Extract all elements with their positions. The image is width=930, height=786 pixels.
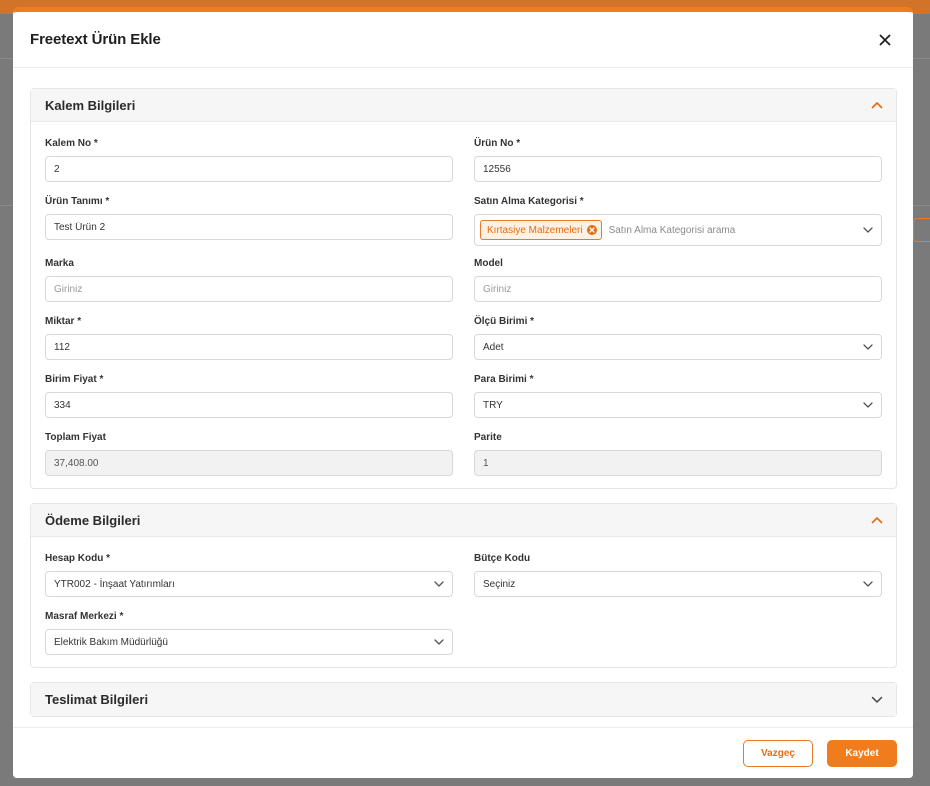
item-no-input[interactable] — [45, 156, 453, 182]
unit-select[interactable]: Adet — [474, 334, 882, 360]
collapse-toggle[interactable] — [870, 513, 884, 527]
chevron-down-icon — [434, 581, 444, 587]
chevron-up-icon — [871, 517, 883, 524]
section-title: Teslimat Bilgileri — [45, 692, 149, 707]
field-unit-price: Birim Fiyat * — [45, 374, 453, 418]
exchange-rate-readonly: 1 — [474, 450, 882, 476]
field-label: Marka — [45, 258, 74, 269]
section-item-info: Kalem Bilgileri Kalem No * Ürün No * — [30, 88, 897, 489]
unit-price-input[interactable] — [45, 392, 453, 418]
section-item-info-header[interactable]: Kalem Bilgileri — [31, 89, 896, 122]
field-cost-center: Masraf Merkezi * Elektrik Bakım Müdürlüğ… — [45, 611, 453, 655]
section-title: Kalem Bilgileri — [45, 97, 136, 113]
field-label: Ürün Tanımı * — [45, 196, 110, 207]
field-label: Masraf Merkezi * — [45, 611, 124, 622]
field-quantity: Miktar * — [45, 316, 453, 360]
field-unit: Ölçü Birimi * Adet — [474, 316, 882, 360]
section-payment-info-header[interactable]: Ödeme Bilgileri — [31, 504, 896, 537]
chevron-down-icon — [863, 402, 873, 408]
section-payment-info-content: Hesap Kodu * YTR002 - İnşaat Yatırımları… — [31, 537, 896, 667]
category-tag-label: Kırtasiye Malzemeleri — [487, 224, 583, 236]
section-payment-info: Ödeme Bilgileri Hesap Kodu * YTR002 - İn… — [30, 503, 897, 668]
cost-center-select[interactable]: Elektrik Bakım Müdürlüğü — [45, 629, 453, 655]
field-label: Miktar * — [45, 316, 82, 327]
quantity-input[interactable] — [45, 334, 453, 360]
modal-title: Freetext Ürün Ekle — [30, 31, 161, 48]
field-total-price: Toplam Fiyat 37,408.00 — [45, 432, 453, 476]
total-price-readonly: 37,408.00 — [45, 450, 453, 476]
currency-select[interactable]: TRY — [474, 392, 882, 418]
field-label: Para Birimi * — [474, 374, 534, 385]
field-purchase-category: Satın Alma Kategorisi * Kırtasiye Malzem… — [474, 196, 882, 246]
product-description-input[interactable] — [45, 214, 453, 240]
add-freetext-product-modal: Freetext Ürün Ekle Kalem Bilgileri Kalem… — [13, 7, 913, 778]
account-code-select-value: YTR002 - İnşaat Yatırımları — [54, 578, 175, 590]
section-title: Ödeme Bilgileri — [45, 512, 141, 528]
modal-footer: Vazgeç Kaydet — [13, 727, 913, 778]
close-button[interactable] — [875, 30, 895, 50]
field-budget-code: Bütçe Kodu Seçiniz — [474, 553, 882, 597]
category-tag: Kırtasiye Malzemeleri — [480, 220, 602, 240]
close-icon — [879, 34, 891, 45]
modal-body: Kalem Bilgileri Kalem No * Ürün No * — [13, 68, 913, 732]
cancel-button[interactable]: Vazgeç — [743, 739, 813, 767]
save-button[interactable]: Kaydet — [827, 739, 897, 767]
collapse-toggle[interactable] — [870, 98, 884, 112]
field-label: Parite — [474, 432, 502, 443]
unit-select-value: Adet — [483, 341, 504, 353]
product-no-input[interactable] — [474, 156, 882, 182]
chevron-down-icon — [871, 696, 883, 703]
remove-tag-button[interactable] — [586, 225, 597, 235]
field-currency: Para Birimi * TRY — [474, 374, 882, 418]
brand-input[interactable] — [45, 276, 453, 302]
category-search-placeholder[interactable]: Satın Alma Kategorisi arama — [609, 225, 736, 236]
chevron-down-icon — [863, 344, 873, 350]
chevron-down-icon — [863, 227, 873, 233]
account-code-select[interactable]: YTR002 - İnşaat Yatırımları — [45, 571, 453, 597]
field-label: Kalem No * — [45, 138, 98, 149]
field-label: Hesap Kodu * — [45, 553, 111, 564]
cost-center-select-value: Elektrik Bakım Müdürlüğü — [54, 636, 168, 648]
expand-toggle[interactable] — [870, 693, 884, 707]
field-account-code: Hesap Kodu * YTR002 - İnşaat Yatırımları — [45, 553, 453, 597]
section-item-info-content: Kalem No * Ürün No * Ürün Tanımı * Satın… — [31, 122, 896, 488]
field-model: Model — [474, 258, 882, 302]
field-label: Ürün No * — [474, 138, 521, 149]
budget-code-select-value: Seçiniz — [483, 578, 516, 590]
field-brand: Marka — [45, 258, 453, 302]
chevron-down-icon — [434, 639, 444, 645]
multiselect-values: Kırtasiye Malzemeleri Satın Alma Kategor… — [480, 220, 735, 240]
budget-code-select[interactable]: Seçiniz — [474, 571, 882, 597]
chevron-down-icon — [863, 581, 873, 587]
field-label: Bütçe Kodu — [474, 553, 531, 564]
field-label: Birim Fiyat * — [45, 374, 104, 385]
close-icon — [588, 227, 595, 233]
section-delivery-info-header[interactable]: Teslimat Bilgileri — [31, 683, 896, 716]
chevron-up-icon — [871, 102, 883, 109]
field-label: Ölçü Birimi * — [474, 316, 535, 327]
currency-select-value: TRY — [483, 399, 503, 411]
modal-header: Freetext Ürün Ekle — [13, 12, 913, 68]
field-item-no: Kalem No * — [45, 138, 453, 182]
field-product-no: Ürün No * — [474, 138, 882, 182]
field-label: Model — [474, 258, 503, 269]
field-exchange-rate: Parite 1 — [474, 432, 882, 476]
model-input[interactable] — [474, 276, 882, 302]
field-label: Satın Alma Kategorisi * — [474, 196, 584, 207]
background-button-edge — [913, 218, 930, 242]
field-label: Toplam Fiyat — [45, 432, 106, 443]
purchase-category-multiselect[interactable]: Kırtasiye Malzemeleri Satın Alma Kategor… — [474, 214, 882, 246]
section-delivery-info: Teslimat Bilgileri — [30, 682, 897, 717]
field-product-description: Ürün Tanımı * — [45, 196, 453, 246]
